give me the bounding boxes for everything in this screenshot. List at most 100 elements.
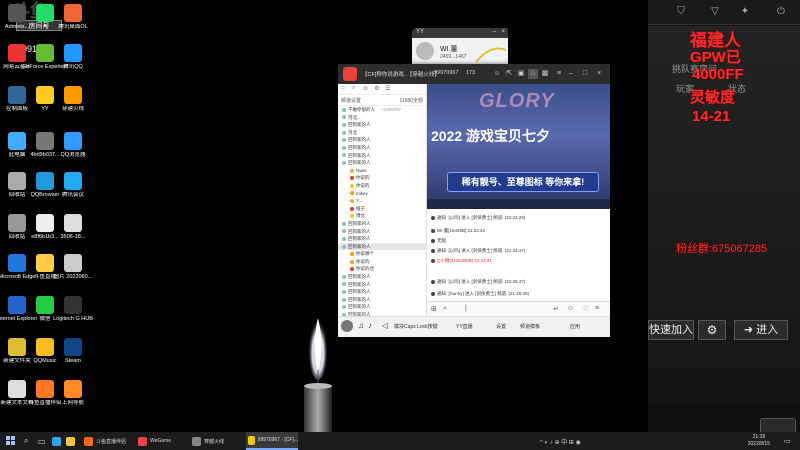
location-icon[interactable]: ⊙ — [363, 85, 368, 92]
channel-tree-item[interactable]: 回到家的人 — [338, 303, 426, 311]
send-icon[interactable]: ↵ — [553, 305, 559, 313]
shield-icon[interactable]: ⛉ — [674, 5, 688, 19]
taskview-icon[interactable]: ▭ — [38, 432, 46, 450]
desktop-icon[interactable]: 3506-38... — [50, 214, 96, 240]
home-icon[interactable]: ⌂ — [528, 69, 538, 79]
channel-tree-item[interactable]: 回到家的人 — [338, 281, 426, 289]
chat-input[interactable]: | — [465, 305, 467, 312]
desktop-icon[interactable]: 上网导航 — [50, 380, 96, 406]
badge-icon[interactable]: ▽ — [708, 5, 722, 19]
channel-tree-item[interactable]: 不敢停留的人 <1099787 — [338, 106, 426, 114]
desktop-icon-label: Logitech G HUB — [53, 316, 93, 322]
chat-area[interactable]: 通知: [以吗] 进入 [剑侠勇士] 频道. (21:24:29) WI.董[15… — [427, 209, 610, 301]
channel-tree-item[interactable]: 博文 — [338, 212, 426, 220]
avatar[interactable] — [341, 320, 353, 332]
taskbar-clock[interactable]: 21:28 2022/8/15 — [748, 434, 770, 448]
yy-titlebar: 【CF]穆你说游戏..【穿越火线】 99970967 173 ☺ ⇱ ▣ ⌂ ▦… — [338, 64, 610, 84]
grid-icon[interactable]: ▦ — [540, 69, 550, 79]
volume-icon[interactable]: ◁ — [382, 321, 388, 330]
emoji-icon[interactable]: ☺ — [567, 305, 574, 312]
maximize-icon[interactable]: □ — [580, 69, 590, 79]
user-icon — [350, 183, 354, 188]
game-bottom-icon[interactable] — [760, 418, 796, 432]
menu-icon[interactable]: ≡ — [554, 69, 564, 79]
taskbar-item-douyu[interactable]: 斗鱼直播伴侣 — [84, 432, 134, 450]
channel-tree-item[interactable]: 你说的 — [338, 174, 426, 182]
channel-tree-item[interactable]: 回到家的人 — [338, 296, 426, 304]
channel-tree-item[interactable]: 回到家的人 — [338, 159, 426, 167]
bottom-bar-item[interactable]: 应用 — [570, 323, 580, 330]
share-icon[interactable]: ⇱ — [504, 69, 514, 79]
profile-popup[interactable]: YY – × WI.董 2459...1467 — [412, 28, 508, 68]
desktop-icon[interactable]: 腾讯QQ — [50, 44, 96, 70]
chat-message-text: 通知: [以吗] 进入 [剑侠勇士] 频道. (21:25:47) — [437, 279, 526, 284]
channel-tree-item[interactable]: 回到家的人 — [338, 220, 426, 228]
search-icon[interactable]: ⌕ — [352, 85, 355, 92]
channel-settings-dropdown[interactable]: 频道设置 — [341, 97, 361, 104]
image-icon[interactable]: ⊞ — [431, 305, 437, 313]
bottom-bar-item[interactable]: 设置 — [496, 323, 506, 330]
channel-tree-item[interactable]: 回到家的人 — [338, 152, 426, 160]
channel-tree-item[interactable]: 你说的 — [338, 258, 426, 266]
power-icon[interactable]: ⏻ — [774, 5, 788, 19]
menu-icon[interactable]: ≡ — [595, 305, 599, 312]
user-icon[interactable]: ☺ — [492, 69, 502, 79]
channel-tree-item[interactable]: 回到家的人 — [338, 228, 426, 236]
home-icon[interactable]: ⌂ — [341, 85, 345, 91]
channel-tree-item[interactable]: 你说的 — [338, 182, 426, 190]
channel-tree-item[interactable]: 回到家的人 — [338, 288, 426, 296]
search-icon[interactable]: ⌕ — [24, 432, 28, 450]
channel-tree-item[interactable]: 橙子 — [338, 205, 426, 213]
close-icon[interactable]: × — [501, 29, 505, 35]
channel-tree-item[interactable]: Nwer — [338, 167, 426, 175]
channel-tree-item[interactable]: 你说的话 — [338, 265, 426, 273]
channel-tree-item[interactable]: 河北... — [338, 114, 426, 122]
minimize-icon[interactable]: – — [493, 29, 496, 35]
bottom-bar-item[interactable]: 频道模板 — [520, 323, 540, 330]
desktop-icon[interactable]: 穿越火线 — [50, 86, 96, 112]
taskbar-item-yy[interactable]: 99970967 - [CF]... — [246, 432, 298, 450]
bottom-bar-item[interactable]: YY直播 — [456, 323, 473, 330]
heart-icon[interactable]: ♡ — [583, 305, 589, 313]
avatar[interactable] — [416, 42, 434, 60]
channel-tree-item[interactable]: 回到家的人 — [338, 121, 426, 129]
channel-tree-item[interactable]: Y... — [338, 197, 426, 205]
settings-icon[interactable]: ⚙ — [374, 85, 379, 92]
channel-tree-item[interactable]: 河北 — [338, 129, 426, 137]
notification-icon[interactable]: ▭ — [784, 432, 791, 450]
channel-tree-item[interactable]: 回到家的人 — [338, 235, 426, 243]
chat-input-bar[interactable]: ⊞ ⌕ | ↵ ☺ ♡ ≡ — [427, 301, 610, 316]
channel-tree-item[interactable]: 回到家的人 — [338, 273, 426, 281]
speaker-icon[interactable]: ♫ — [358, 321, 364, 330]
edge-taskbar-icon[interactable] — [52, 432, 64, 450]
channel-tree-item[interactable]: 回到家的人 — [338, 136, 426, 144]
microphone-icon[interactable]: ♪ — [368, 321, 372, 330]
desktop-icon[interactable]: Steam — [50, 338, 96, 364]
start-button[interactable] — [6, 432, 16, 450]
desktop-icon[interactable]: QQ浏览器 — [50, 132, 96, 158]
minimize-icon[interactable]: – — [566, 69, 576, 79]
enter-button[interactable]: ➜ 进入 — [734, 320, 788, 340]
promo-banner[interactable]: GLORY 2022 游戏宝贝七夕 稀有靓号、至尊图标 等你来拿! — [427, 84, 610, 209]
star-icon[interactable]: ✦ — [738, 5, 752, 19]
bottom-bar-item[interactable]: 模块Caps Lock按键 — [394, 323, 438, 330]
taskbar-item-crossfire[interactable]: 穿越火线 — [192, 432, 242, 450]
channel-tree-item[interactable]: 你说哪个 — [338, 250, 426, 258]
channel-tree-item[interactable]: mikey — [338, 190, 426, 198]
desktop-icon[interactable]: 图片 2022060... — [50, 254, 96, 280]
system-tray[interactable]: ^ ◐ ♪ ⊕ 中 ⊞ ◉ — [540, 432, 581, 450]
gear-icon[interactable]: ⚙ — [698, 320, 726, 340]
list-icon[interactable]: ☰ — [385, 85, 390, 92]
quick-join-button[interactable]: 快速加入 — [648, 320, 694, 340]
channel-tree-item[interactable]: 回到家的人 — [338, 242, 426, 251]
desktop-icon[interactable]: 腾讯桌面OL — [50, 4, 96, 30]
desktop-icon[interactable]: Logitech G HUB — [50, 296, 96, 322]
channel-tree-item[interactable]: 回到家的人 — [338, 144, 426, 152]
close-icon[interactable]: × — [594, 69, 604, 79]
desktop-icon[interactable]: 腾讯会议 — [50, 172, 96, 198]
window-icon[interactable]: ▣ — [516, 69, 526, 79]
taskbar-item-wegame[interactable]: WeGame — [138, 432, 188, 450]
folder-taskbar-icon[interactable] — [66, 432, 78, 450]
search-icon[interactable]: ⌕ — [443, 305, 447, 313]
yy-channel-window[interactable]: 【CF]穆你说游戏..【穿越火线】 99970967 173 ☺ ⇱ ▣ ⌂ ▦… — [338, 64, 610, 337]
